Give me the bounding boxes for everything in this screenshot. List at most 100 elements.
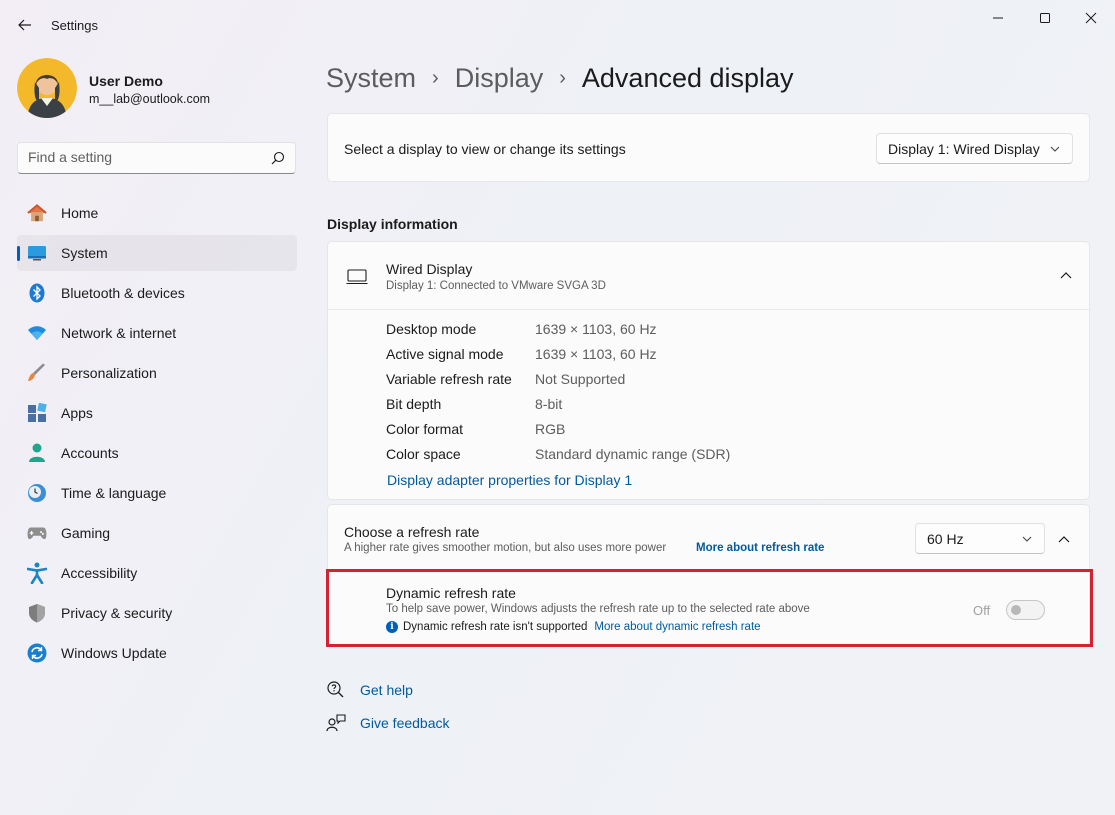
search-input[interactable] (28, 149, 258, 165)
chevron-up-icon[interactable] (1059, 270, 1073, 280)
sidebar-item-label: System (61, 245, 108, 261)
accessibility-icon (27, 562, 47, 584)
home-icon (27, 203, 47, 223)
shield-icon (27, 603, 47, 623)
user-name: User Demo (89, 73, 163, 89)
title-bar: Settings (0, 0, 1115, 50)
refresh-rate-header: Choose a refresh rate A higher rate give… (328, 505, 1089, 570)
info-key: Desktop mode (386, 321, 477, 337)
sidebar-nav: Home System Bluetooth & devices Network … (17, 195, 297, 675)
refresh-rate-title: Choose a refresh rate (344, 524, 480, 540)
apps-icon (27, 403, 47, 423)
sidebar-item-label: Bluetooth & devices (61, 285, 185, 301)
sidebar-item-label: Time & language (61, 485, 167, 501)
sidebar-item-label: Accessibility (61, 565, 138, 581)
info-key: Color format (386, 421, 464, 437)
close-icon (1085, 12, 1097, 24)
search-box[interactable] (17, 142, 296, 174)
maximize-icon (1040, 13, 1050, 23)
update-icon (27, 643, 47, 663)
sidebar-item-personalization[interactable]: Personalization (17, 355, 297, 391)
sidebar-item-apps[interactable]: Apps (17, 395, 297, 431)
display-info-card: Wired Display Display 1: Connected to VM… (327, 241, 1090, 500)
display-name: Wired Display (386, 261, 473, 277)
sidebar-item-bluetooth[interactable]: Bluetooth & devices (17, 275, 297, 311)
help-icon (327, 681, 344, 698)
info-value: Standard dynamic range (SDR) (535, 446, 731, 462)
info-key: Color space (386, 446, 461, 462)
display-subtitle: Display 1: Connected to VMware SVGA 3D (386, 280, 606, 292)
search-icon[interactable] (271, 151, 285, 165)
sidebar-item-gaming[interactable]: Gaming (17, 515, 297, 551)
refresh-rate-value: 60 Hz (927, 530, 964, 547)
get-help-row[interactable]: Get help (326, 679, 413, 701)
info-value: 1639 × 1103, 60 Hz (535, 346, 657, 362)
chevron-down-icon (1022, 536, 1032, 542)
wifi-icon (27, 323, 47, 343)
back-arrow-icon (18, 19, 31, 31)
display-adapter-properties-link[interactable]: Display adapter properties for Display 1 (387, 472, 632, 492)
sidebar-item-system[interactable]: System (17, 235, 297, 271)
user-avatar-icon (17, 58, 77, 118)
more-about-refresh-rate-link[interactable]: More about refresh rate (696, 542, 824, 554)
breadcrumb-display[interactable]: Display (455, 63, 544, 94)
sidebar-item-time-language[interactable]: Time & language (17, 475, 297, 511)
info-key: Bit depth (386, 396, 442, 412)
minimize-icon (993, 17, 1003, 19)
app-title: Settings (51, 18, 98, 33)
display-select-label: Select a display to view or change its s… (344, 141, 626, 157)
sidebar-item-label: Accounts (61, 445, 119, 461)
sidebar-item-label: Privacy & security (61, 605, 173, 621)
sidebar-item-label: Gaming (61, 525, 111, 541)
section-title-display-information: Display information (327, 216, 458, 232)
close-button[interactable] (1077, 8, 1105, 28)
monitor-icon (346, 269, 368, 285)
breadcrumb-separator: › (559, 66, 566, 89)
refresh-rate-subtitle: A higher rate gives smoother motion, but… (344, 542, 667, 554)
sidebar-item-label: Home (61, 205, 99, 221)
page-title: Advanced display (581, 62, 794, 93)
display-info-header[interactable]: Wired Display Display 1: Connected to VM… (328, 242, 1089, 310)
sidebar-item-accessibility[interactable]: Accessibility (17, 555, 297, 591)
chevron-down-icon (1050, 146, 1060, 152)
back-button[interactable] (14, 14, 36, 36)
display-dropdown-value: Display 1: Wired Display (888, 140, 1040, 157)
refresh-rate-dropdown[interactable]: 60 Hz (915, 523, 1045, 554)
info-value: 8-bit (535, 396, 563, 412)
sidebar-item-windows-update[interactable]: Windows Update (17, 635, 297, 671)
info-value: RGB (535, 421, 566, 437)
minimize-button[interactable] (984, 8, 1012, 28)
sidebar-item-label: Apps (61, 405, 93, 421)
person-icon (27, 443, 47, 463)
avatar[interactable] (17, 58, 77, 118)
brush-icon (27, 363, 47, 383)
sidebar-item-label: Personalization (61, 365, 157, 381)
bluetooth-icon (27, 283, 47, 303)
sidebar-item-label: Network & internet (61, 325, 177, 341)
feedback-icon (326, 714, 346, 732)
give-feedback-link[interactable]: Give feedback (360, 715, 450, 731)
display-select-card: Select a display to view or change its s… (327, 113, 1090, 182)
sidebar-item-privacy[interactable]: Privacy & security (17, 595, 297, 631)
breadcrumb: System › Display › Advanced display (326, 58, 794, 98)
info-value: Not Supported (535, 371, 626, 387)
info-value: 1639 × 1103, 60 Hz (535, 321, 657, 337)
sidebar-item-label: Windows Update (61, 645, 167, 661)
give-feedback-row[interactable]: Give feedback (326, 712, 450, 734)
clock-globe-icon (27, 483, 47, 503)
get-help-link[interactable]: Get help (360, 682, 413, 698)
info-key: Active signal mode (386, 346, 504, 362)
gamepad-icon (27, 523, 47, 543)
breadcrumb-separator: › (432, 66, 439, 89)
sidebar-item-home[interactable]: Home (17, 195, 297, 231)
system-icon (27, 243, 47, 263)
info-key: Variable refresh rate (386, 371, 512, 387)
chevron-up-icon[interactable] (1057, 534, 1071, 544)
user-email: m__lab@outlook.com (89, 92, 211, 106)
sidebar-item-accounts[interactable]: Accounts (17, 435, 297, 471)
breadcrumb-system[interactable]: System (326, 63, 416, 94)
sidebar-item-network[interactable]: Network & internet (17, 315, 297, 351)
maximize-button[interactable] (1031, 8, 1059, 28)
highlight-box (326, 569, 1093, 647)
display-dropdown[interactable]: Display 1: Wired Display (876, 133, 1073, 164)
